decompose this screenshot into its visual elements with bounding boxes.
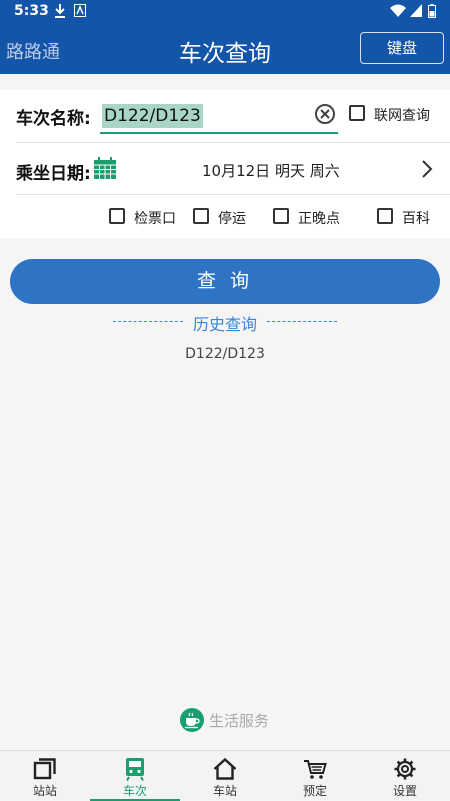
row-divider: [16, 194, 450, 195]
on-time-checkbox[interactable]: [273, 208, 289, 224]
online-query-label: 联网查询: [374, 108, 430, 124]
chevron-right-icon[interactable]: [421, 159, 433, 179]
encyclopedia-label: 百科: [402, 211, 430, 227]
encyclopedia-checkbox[interactable]: [377, 208, 393, 224]
status-bar: 5:33: [0, 0, 450, 24]
tab-label: 车站: [212, 784, 237, 798]
home-station-icon: [213, 757, 237, 780]
signal-icon: [410, 4, 422, 17]
wifi-icon: [390, 4, 406, 17]
tab-settings[interactable]: 设置: [360, 751, 450, 801]
status-time: 5:33: [14, 3, 49, 19]
history-title: 历史查询: [192, 315, 257, 334]
tab-station-to-station[interactable]: 站站: [0, 751, 90, 801]
bottom-tab-bar: 站站 车次 车站 预定 设置: [0, 750, 450, 801]
online-query-checkbox[interactable]: [349, 105, 365, 121]
on-time-label: 正晚点: [298, 211, 340, 227]
tab-booking[interactable]: 预定: [270, 751, 360, 801]
download-icon: [55, 4, 65, 18]
train-label: 车次名称:: [16, 109, 91, 129]
suspended-checkbox[interactable]: [193, 208, 209, 224]
history-item[interactable]: D122/D123: [0, 346, 450, 362]
calendar-icon[interactable]: [93, 157, 117, 180]
tab-station[interactable]: 车站: [180, 751, 270, 801]
station-to-station-icon: [33, 758, 56, 780]
cart-icon: [304, 760, 327, 779]
train-number-value: D122/D123: [102, 104, 203, 128]
tab-label: 车次: [122, 784, 147, 798]
train-icon: [126, 758, 144, 781]
battery-icon: [428, 4, 436, 18]
app-bar: 路路通 车次查询 键盘: [0, 24, 450, 74]
row-divider: [16, 142, 450, 143]
query-button[interactable]: 查 询: [10, 259, 440, 304]
ticket-gate-label: 检票口: [134, 211, 176, 227]
tab-train[interactable]: 车次: [90, 751, 180, 801]
coffee-cup-icon: [180, 708, 204, 732]
ticket-gate-checkbox[interactable]: [109, 208, 125, 224]
app-notification-icon: [74, 4, 86, 17]
date-value[interactable]: 10月12日 明天 周六: [202, 160, 340, 181]
train-number-input[interactable]: D122/D123: [100, 102, 338, 134]
tab-label: 预定: [302, 784, 327, 798]
tab-label: 设置: [392, 784, 417, 798]
tab-label: 站站: [32, 784, 57, 798]
keyboard-button[interactable]: 键盘: [360, 32, 444, 64]
suspended-label: 停运: [218, 211, 246, 227]
clear-input-icon[interactable]: [314, 103, 336, 125]
history-divider-right: [267, 321, 337, 322]
gear-icon: [394, 758, 416, 780]
life-service-label: 生活服务: [209, 712, 270, 730]
date-label: 乘坐日期:: [16, 164, 91, 184]
